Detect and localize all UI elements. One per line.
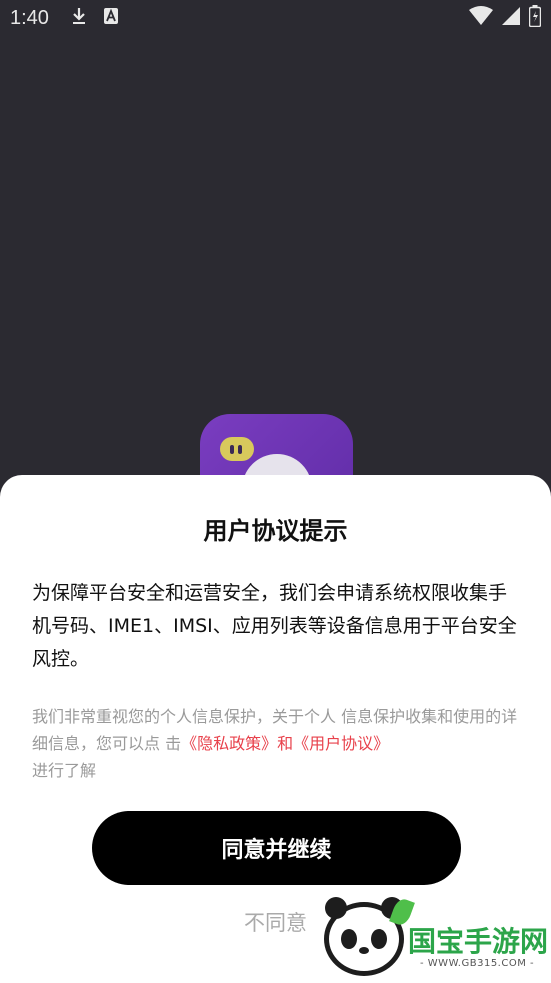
note-and: 和 [277, 734, 294, 753]
signal-icon [501, 6, 521, 30]
watermark-brand: 国宝手游网 [408, 925, 549, 958]
status-icons-right [469, 5, 542, 31]
dialog-body: 为保障平台安全和运营安全，我们会申请系统权限收集手机号码、IME1、IMSI、应… [32, 582, 517, 670]
chat-bubble-icon [220, 437, 254, 461]
status-time: 1:40 [10, 6, 49, 29]
watermark-url: - WWW.GB315.COM - [420, 958, 535, 969]
wifi-icon [469, 6, 493, 30]
privacy-policy-link[interactable]: 《隐私政策》 [181, 734, 277, 753]
battery-icon [528, 5, 542, 31]
note-suffix: 进行了解 [32, 761, 97, 780]
notification-a-icon [103, 7, 119, 29]
panda-icon [324, 896, 415, 976]
watermark-logo: 国宝手游网 - WWW.GB315.COM - [310, 890, 551, 983]
status-icons-left [71, 6, 119, 30]
agree-continue-button[interactable]: 同意并继续 [92, 811, 461, 885]
dialog-note: 我们非常重视您的个人信息保护，关于个人 信息保护收集和使用的详细信息，您可以点 … [32, 703, 522, 784]
status-bar: 1:40 [0, 0, 551, 36]
dialog-title: 用户协议提示 [203, 517, 348, 545]
user-agreement-link[interactable]: 《用户协议》 [293, 734, 389, 753]
download-icon [71, 6, 87, 30]
